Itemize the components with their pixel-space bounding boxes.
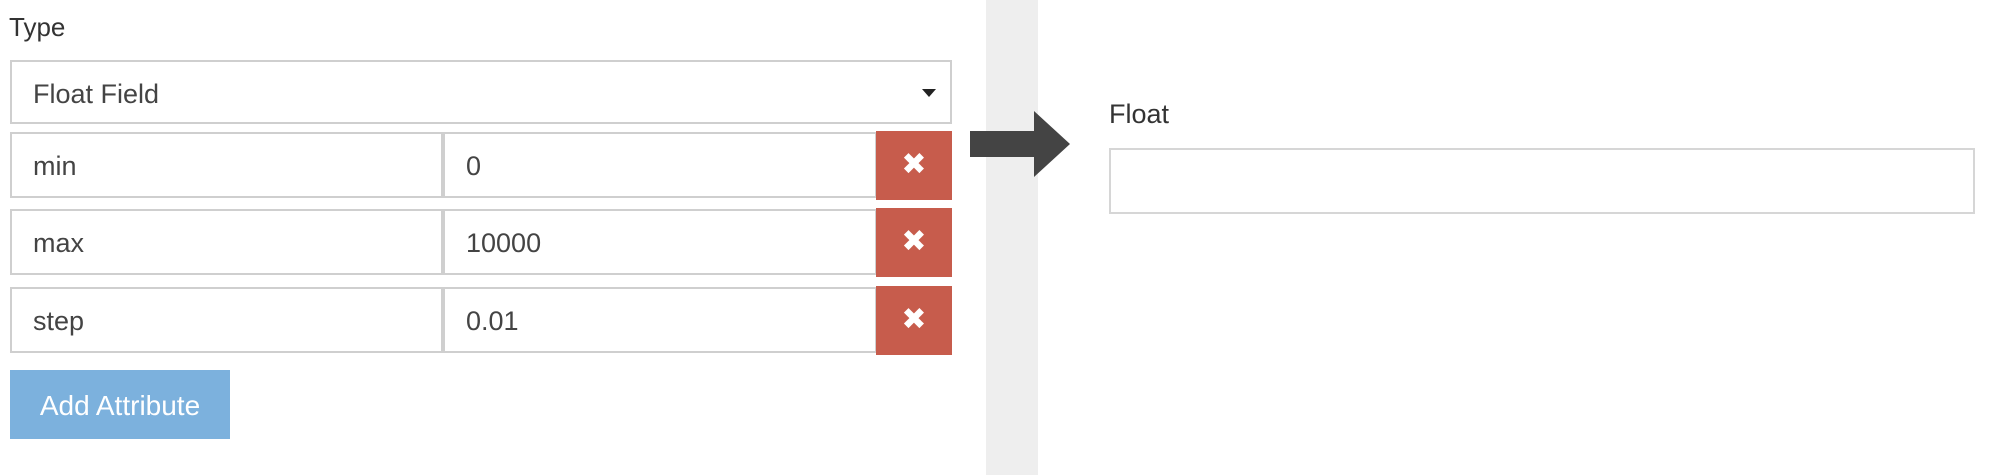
caret-down-icon <box>922 89 936 97</box>
attribute-value-text: 0.01 <box>466 306 519 336</box>
attribute-value-field[interactable]: 10000 <box>443 209 877 275</box>
close-icon: ✖ <box>901 148 927 181</box>
type-select[interactable]: Float Field <box>10 60 952 124</box>
panel-divider <box>986 0 1038 475</box>
type-label: Type <box>9 12 66 42</box>
type-select-value: Float Field <box>33 79 160 109</box>
remove-attribute-button[interactable]: ✖ <box>876 208 952 277</box>
attribute-value-field[interactable]: 0 <box>443 132 877 198</box>
attribute-name-field[interactable]: step <box>10 287 443 353</box>
preview-label: Float <box>1109 99 1170 129</box>
add-attribute-button[interactable]: Add Attribute <box>10 370 230 439</box>
attribute-row-min: min 0 ✖ <box>10 131 952 200</box>
attribute-value-text: 0 <box>466 151 482 181</box>
close-icon: ✖ <box>901 303 927 336</box>
remove-attribute-button[interactable]: ✖ <box>876 286 952 355</box>
attribute-name-field[interactable]: max <box>10 209 443 275</box>
preview-float-input[interactable] <box>1109 148 1975 214</box>
attribute-value-field[interactable]: 0.01 <box>443 287 877 353</box>
arrow-right-icon <box>970 111 1070 177</box>
attribute-name-text: step <box>33 306 85 336</box>
attribute-row-step: step 0.01 ✖ <box>10 286 952 355</box>
attribute-name-text: min <box>33 151 77 181</box>
attribute-value-text: 10000 <box>466 228 542 258</box>
close-icon: ✖ <box>901 225 927 258</box>
attribute-name-field[interactable]: min <box>10 132 443 198</box>
attribute-row-max: max 10000 ✖ <box>10 208 952 277</box>
remove-attribute-button[interactable]: ✖ <box>876 131 952 200</box>
attribute-name-text: max <box>33 228 85 258</box>
